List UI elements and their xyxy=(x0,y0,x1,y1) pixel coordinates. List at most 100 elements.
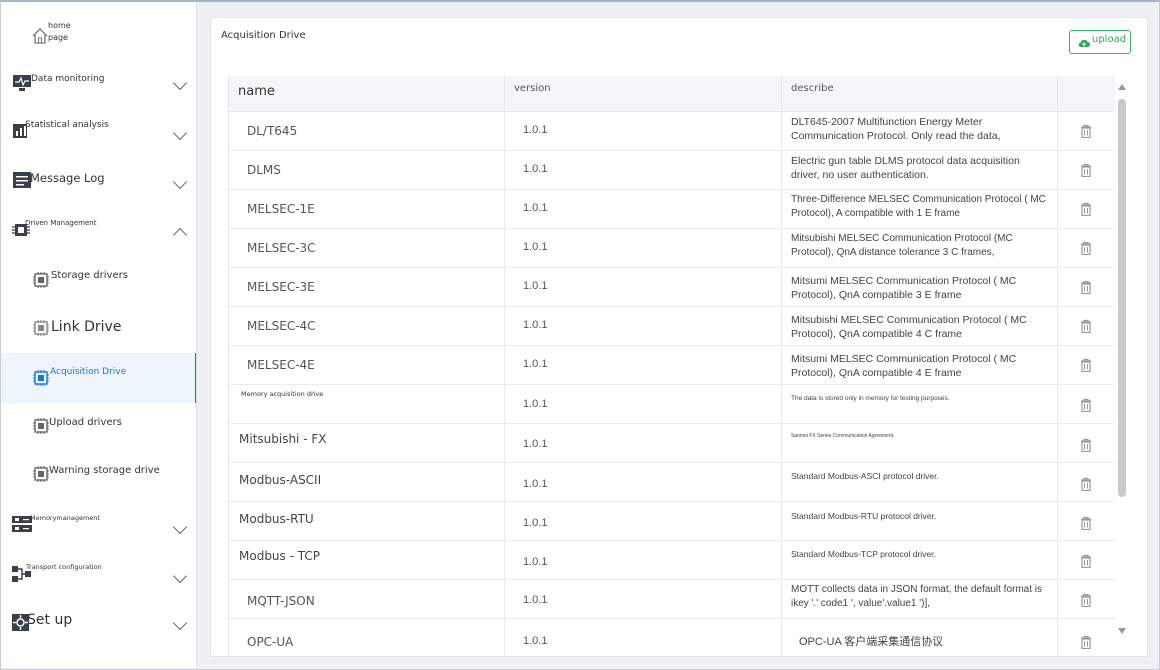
sidebar-item-label: Acquisition Drive xyxy=(50,367,127,377)
sidebar-item-label: Memorymanagement xyxy=(30,514,100,522)
sidebar-item-label: Message Log xyxy=(30,171,105,185)
driver-name: DLMS xyxy=(247,163,281,177)
home-icon xyxy=(31,27,49,45)
driver-name: OPC-UA xyxy=(247,635,294,649)
trash-icon[interactable] xyxy=(1080,554,1092,573)
driver-name: Modbus-ASCII xyxy=(239,473,322,487)
driver-version: 1.0.1 xyxy=(523,594,548,606)
cloud-upload-icon xyxy=(1078,39,1090,51)
chevron-down-icon xyxy=(172,75,188,91)
trash-icon[interactable] xyxy=(1080,438,1092,457)
table-header: name version describe xyxy=(229,76,1115,112)
sidebar-item-storage-drivers[interactable]: Storage drivers xyxy=(1,258,196,304)
driver-version: 1.0.1 xyxy=(523,556,548,568)
driver-version: 1.0.1 xyxy=(523,517,548,529)
driver-description: Mitsumi MELSEC Communication Protocol ( … xyxy=(791,275,1017,301)
driver-description: DLT645-2007 Multifunction Energy Meter C… xyxy=(791,116,1001,142)
chevron-down-icon xyxy=(172,125,188,141)
header-label: version xyxy=(514,83,551,94)
table-row: OPC-UA 1.0.1 OPC-UA 客户端采集通信协议 xyxy=(229,619,1115,656)
driver-description: Sanmei FX Series Communication Agreement… xyxy=(791,433,895,439)
driver-description: Mitsubishi MELSEC Communication Protocol… xyxy=(791,233,1013,258)
driver-version: 1.0.1 xyxy=(523,319,548,331)
trash-icon[interactable] xyxy=(1080,398,1092,417)
table-row: Mitsubishi - FX 1.0.1 Sanmei FX Series C… xyxy=(229,424,1115,463)
trash-icon[interactable] xyxy=(1080,593,1092,612)
trash-icon[interactable] xyxy=(1080,516,1092,535)
sidebar-item-label: Warning storage drive xyxy=(49,465,160,476)
page-title: Acquisition Drive xyxy=(221,30,306,41)
vertical-scrollbar[interactable] xyxy=(1115,82,1129,638)
column-header-actions xyxy=(1058,76,1115,112)
scroll-up-arrow-icon[interactable] xyxy=(1118,84,1126,90)
driver-name: DL/T645 xyxy=(247,124,298,138)
trash-icon[interactable] xyxy=(1080,358,1092,377)
table-row: MELSEC-1E 1.0.1 Three-Difference MELSEC … xyxy=(229,190,1115,229)
driver-name: MQTT-JSON xyxy=(247,594,315,608)
table-row: MELSEC-3E 1.0.1 Mitsumi MELSEC Communica… xyxy=(229,268,1115,307)
sidebar-item-transport-configuration[interactable]: Transport configuration xyxy=(1,554,196,598)
driver-name: MELSEC-4C xyxy=(247,319,316,333)
sidebar-item-acquisition-drive[interactable]: Acquisition Drive xyxy=(1,353,196,403)
sidebar-item-message-log[interactable]: Message Log xyxy=(1,160,196,200)
trash-icon[interactable] xyxy=(1080,477,1092,496)
sidebar-item-label: Set up xyxy=(27,612,73,628)
trash-icon[interactable] xyxy=(1080,241,1092,260)
column-header-name[interactable]: name xyxy=(229,76,505,112)
sidebar-item-set-up[interactable]: Set up xyxy=(1,602,196,646)
sidebar-item-driven-management[interactable]: Driven Management xyxy=(1,209,196,249)
drivers-table: name version describe DL/T645 1.0.1 DLT6… xyxy=(228,76,1115,656)
sidebar-item-statistical-analysis[interactable]: Statistical analysis xyxy=(1,112,196,152)
driver-version: 1.0.1 xyxy=(523,280,548,292)
driver-description: Standard Modbus-RTU protocol driver. xyxy=(791,511,937,521)
sidebar-item-label: Transport configuration xyxy=(26,563,102,571)
sidebar-item-upload-drivers[interactable]: Upload drivers xyxy=(1,404,196,450)
sidebar-item-label: Data monitoring xyxy=(31,74,105,84)
chevron-down-icon xyxy=(172,519,188,535)
table-row: Modbus-ASCII 1.0.1 Standard Modbus-ASCI … xyxy=(229,463,1115,502)
scrollbar-thumb[interactable] xyxy=(1118,99,1126,497)
column-header-version[interactable]: version xyxy=(505,76,782,112)
driver-description: Three-Difference MELSEC Communication Pr… xyxy=(791,194,1046,219)
driver-name: Modbus-RTU xyxy=(239,512,314,526)
sidebar: home page Data monitoring Statistical an… xyxy=(1,2,197,668)
chip-icon xyxy=(31,368,51,388)
driver-name: MELSEC-4E xyxy=(247,358,315,372)
table-row: MELSEC-4E 1.0.1 Mitsumi MELSEC Communica… xyxy=(229,346,1115,385)
driver-version: 1.0.1 xyxy=(523,478,548,490)
driver-name: MELSEC-3C xyxy=(247,241,316,255)
trash-icon[interactable] xyxy=(1080,202,1092,221)
table-row: MELSEC-3C 1.0.1 Mitsubishi MELSEC Commun… xyxy=(229,229,1115,268)
driver-version: 1.0.1 xyxy=(523,124,548,136)
scroll-down-arrow-icon[interactable] xyxy=(1118,628,1126,634)
table-row: MQTT-JSON 1.0.1 MOTT collects data in JS… xyxy=(229,580,1115,619)
driver-description: OPC-UA 客户端采集通信协议 xyxy=(799,636,944,648)
driver-version: 1.0.1 xyxy=(523,358,548,370)
trash-icon[interactable] xyxy=(1080,280,1092,299)
chevron-down-icon xyxy=(172,615,188,631)
trash-icon[interactable] xyxy=(1080,124,1092,143)
driver-version: 1.0.1 xyxy=(523,398,548,410)
table-row: Modbus-RTU 1.0.1 Standard Modbus-RTU pro… xyxy=(229,502,1115,541)
trash-icon[interactable] xyxy=(1080,635,1092,654)
header-label: describe xyxy=(791,83,834,94)
upload-button[interactable]: upload xyxy=(1069,30,1131,54)
driver-description: The data is stored only in memory for te… xyxy=(791,395,950,402)
sidebar-item-data-monitoring[interactable]: Data monitoring xyxy=(1,64,196,104)
chevron-down-icon xyxy=(172,174,188,190)
sidebar-item-link-drive[interactable]: Link Drive xyxy=(1,305,196,353)
header-label: name xyxy=(238,84,275,99)
sidebar-item-label: page xyxy=(48,33,68,42)
driver-name: MELSEC-3E xyxy=(247,280,315,294)
sidebar-item-warning-storage-drive[interactable]: Warning storage drive xyxy=(1,452,196,498)
column-header-describe[interactable]: describe xyxy=(782,76,1058,112)
trash-icon[interactable] xyxy=(1080,163,1092,182)
sidebar-item-label: Upload drivers xyxy=(49,417,122,428)
driver-version: 1.0.1 xyxy=(523,635,548,647)
sidebar-item-home[interactable]: home page xyxy=(1,16,196,56)
upload-label: upload xyxy=(1092,34,1127,45)
trash-icon[interactable] xyxy=(1080,319,1092,338)
sidebar-item-memory-management[interactable]: Memorymanagement xyxy=(1,504,196,548)
chip-icon xyxy=(31,464,51,484)
driver-description: Electric gun table DLMS protocol data ac… xyxy=(791,155,1020,181)
